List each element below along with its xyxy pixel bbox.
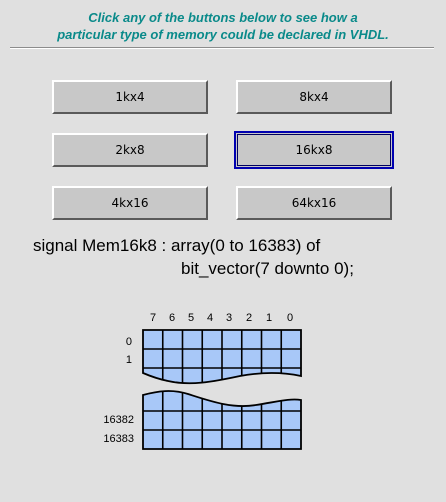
bit-label: 3	[226, 312, 232, 324]
row-label: 16383	[103, 433, 134, 445]
bit-label: 7	[150, 312, 156, 324]
bit-labels: 7 6 5 4 3 2 1 0	[150, 312, 293, 324]
bit-label: 2	[246, 312, 252, 324]
bit-label: 5	[188, 312, 194, 324]
row-label: 16382	[103, 414, 134, 426]
bit-label: 6	[169, 312, 175, 324]
memory-block-bottom	[142, 390, 302, 450]
bit-label: 4	[207, 312, 213, 324]
row-label: 0	[126, 336, 132, 348]
row-label: 1	[126, 354, 132, 366]
bit-label: 1	[266, 312, 272, 324]
bit-label: 0	[287, 312, 293, 324]
memory-diagram: 7 6 5 4 3 2 1 0 0 1 16382 16383	[103, 312, 302, 450]
